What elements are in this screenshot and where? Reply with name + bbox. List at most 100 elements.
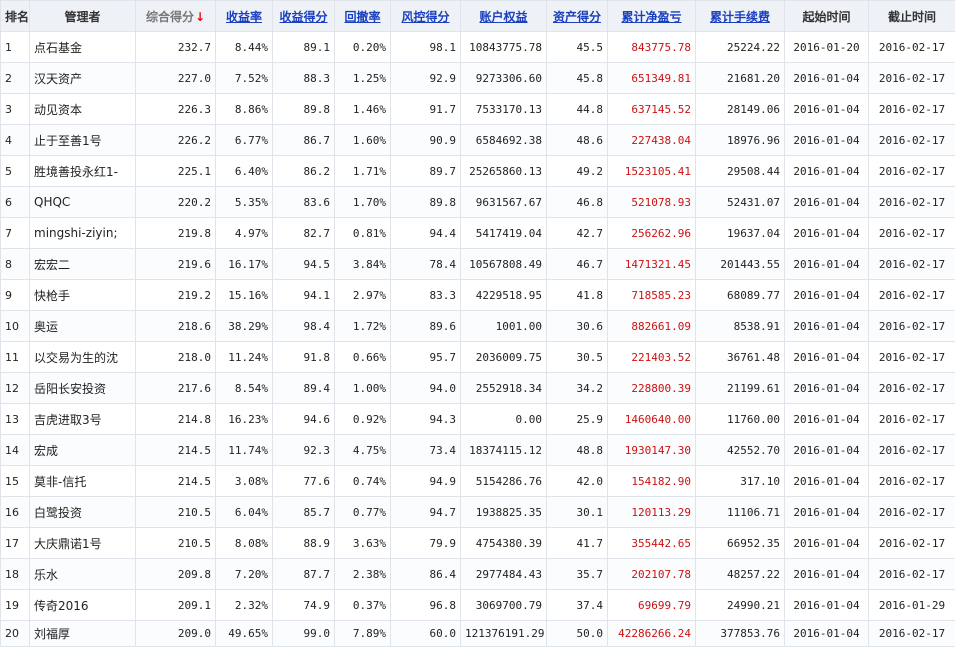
- end-time-cell: 2016-02-17: [868, 434, 955, 466]
- manager-cell: 汉天资产: [29, 62, 136, 94]
- return-score-cell: 83.6: [272, 186, 335, 218]
- asset-score-cell: 42.0: [546, 465, 608, 497]
- start-time-cell: 2016-01-04: [784, 434, 869, 466]
- header-return-score[interactable]: 收益得分: [272, 0, 335, 32]
- net-profit-cell: 651349.81: [607, 62, 696, 94]
- drawdown-cell: 4.75%: [334, 434, 391, 466]
- manager-cell: 传奇2016: [29, 589, 136, 621]
- ranking-table: 排名 管理者 综合得分↓ 收益率 收益得分 回撤率 风控得分 账户权益 资产得分…: [0, 0, 955, 647]
- drawdown-cell: 1.72%: [334, 310, 391, 342]
- fees-cell: 36761.48: [695, 341, 785, 373]
- rank-cell: 15: [0, 465, 30, 497]
- net-profit-cell: 843775.78: [607, 31, 696, 63]
- return-rate-cell: 8.08%: [215, 527, 273, 559]
- manager-cell: 胜境善投永红1-: [29, 155, 136, 187]
- return-score-cell: 88.9: [272, 527, 335, 559]
- header-manager: 管理者: [29, 0, 136, 32]
- header-score-label: 综合得分: [145, 9, 194, 24]
- return-rate-cell: 15.16%: [215, 279, 273, 311]
- table-row: 6 QHQC 220.2 5.35% 83.6 1.70% 89.8 9631567.67 46…: [0, 186, 955, 218]
- return-score-cell: 88.3: [272, 62, 335, 94]
- equity-cell: 2036009.75: [460, 341, 547, 373]
- start-time-cell: 2016-01-04: [784, 465, 869, 497]
- asset-score-cell: 48.6: [546, 124, 608, 156]
- equity-cell: 7533170.13: [460, 93, 547, 125]
- net-profit-cell: 228800.39: [607, 372, 696, 404]
- risk-score-cell: 94.3: [390, 403, 461, 435]
- start-time-cell: 2016-01-04: [784, 589, 869, 621]
- risk-score-cell: 89.6: [390, 310, 461, 342]
- end-time-cell: 2016-02-17: [868, 124, 955, 156]
- return-rate-cell: 16.23%: [215, 403, 273, 435]
- header-end-time: 截止时间: [868, 0, 955, 32]
- end-time-cell: 2016-02-17: [868, 403, 955, 435]
- table-row: 14 宏成 214.5 11.74% 92.3 4.75% 73.4 18374115.12 4…: [0, 434, 955, 466]
- risk-score-cell: 73.4: [390, 434, 461, 466]
- drawdown-cell: 0.20%: [334, 31, 391, 63]
- rank-cell: 16: [0, 496, 30, 528]
- rank-cell: 7: [0, 217, 30, 249]
- risk-score-cell: 94.0: [390, 372, 461, 404]
- end-time-cell: 2016-02-17: [868, 217, 955, 249]
- return-score-cell: 85.7: [272, 496, 335, 528]
- manager-cell: 快枪手: [29, 279, 136, 311]
- drawdown-cell: 1.60%: [334, 124, 391, 156]
- drawdown-cell: 1.70%: [334, 186, 391, 218]
- score-cell: 209.1: [135, 589, 216, 621]
- header-net-profit[interactable]: 累计净盈亏: [607, 0, 696, 32]
- manager-cell: 大庆鼎诺1号: [29, 527, 136, 559]
- start-time-cell: 2016-01-04: [784, 62, 869, 94]
- score-cell: 217.6: [135, 372, 216, 404]
- rank-cell: 1: [0, 31, 30, 63]
- header-score[interactable]: 综合得分↓: [135, 0, 216, 32]
- equity-cell: 9631567.67: [460, 186, 547, 218]
- asset-score-cell: 41.8: [546, 279, 608, 311]
- return-score-cell: 94.1: [272, 279, 335, 311]
- rank-cell: 10: [0, 310, 30, 342]
- drawdown-cell: 7.89%: [334, 620, 391, 647]
- rank-cell: 4: [0, 124, 30, 156]
- header-drawdown[interactable]: 回撤率: [334, 0, 391, 32]
- net-profit-cell: 521078.93: [607, 186, 696, 218]
- drawdown-cell: 3.63%: [334, 527, 391, 559]
- return-rate-cell: 3.08%: [215, 465, 273, 497]
- fees-cell: 28149.06: [695, 93, 785, 125]
- score-cell: 226.3: [135, 93, 216, 125]
- risk-score-cell: 91.7: [390, 93, 461, 125]
- fees-cell: 48257.22: [695, 558, 785, 590]
- equity-cell: 2552918.34: [460, 372, 547, 404]
- fees-cell: 21199.61: [695, 372, 785, 404]
- header-fees[interactable]: 累计手续费: [695, 0, 785, 32]
- start-time-cell: 2016-01-04: [784, 372, 869, 404]
- equity-cell: 10843775.78: [460, 31, 547, 63]
- rank-cell: 9: [0, 279, 30, 311]
- equity-cell: 6584692.38: [460, 124, 547, 156]
- rank-cell: 11: [0, 341, 30, 373]
- drawdown-cell: 3.84%: [334, 248, 391, 280]
- rank-cell: 20: [0, 620, 30, 647]
- fees-cell: 8538.91: [695, 310, 785, 342]
- table-row: 12 岳阳长安投资 217.6 8.54% 89.4 1.00% 94.0 2552918.3…: [0, 372, 955, 404]
- start-time-cell: 2016-01-04: [784, 155, 869, 187]
- return-score-cell: 77.6: [272, 465, 335, 497]
- equity-cell: 9273306.60: [460, 62, 547, 94]
- net-profit-cell: 637145.52: [607, 93, 696, 125]
- manager-cell: 点石基金: [29, 31, 136, 63]
- score-cell: 232.7: [135, 31, 216, 63]
- rank-cell: 18: [0, 558, 30, 590]
- risk-score-cell: 98.1: [390, 31, 461, 63]
- start-time-cell: 2016-01-04: [784, 310, 869, 342]
- net-profit-cell: 42286266.24: [607, 620, 696, 647]
- end-time-cell: 2016-02-17: [868, 31, 955, 63]
- header-risk-score[interactable]: 风控得分: [390, 0, 461, 32]
- drawdown-cell: 0.66%: [334, 341, 391, 373]
- header-asset-score[interactable]: 资产得分: [546, 0, 608, 32]
- return-rate-cell: 7.52%: [215, 62, 273, 94]
- asset-score-cell: 41.7: [546, 527, 608, 559]
- net-profit-cell: 1460640.00: [607, 403, 696, 435]
- header-row: 排名 管理者 综合得分↓ 收益率 收益得分 回撤率 风控得分 账户权益 资产得分…: [0, 0, 955, 32]
- rank-cell: 3: [0, 93, 30, 125]
- risk-score-cell: 60.0: [390, 620, 461, 647]
- header-return-rate[interactable]: 收益率: [215, 0, 273, 32]
- header-equity[interactable]: 账户权益: [460, 0, 547, 32]
